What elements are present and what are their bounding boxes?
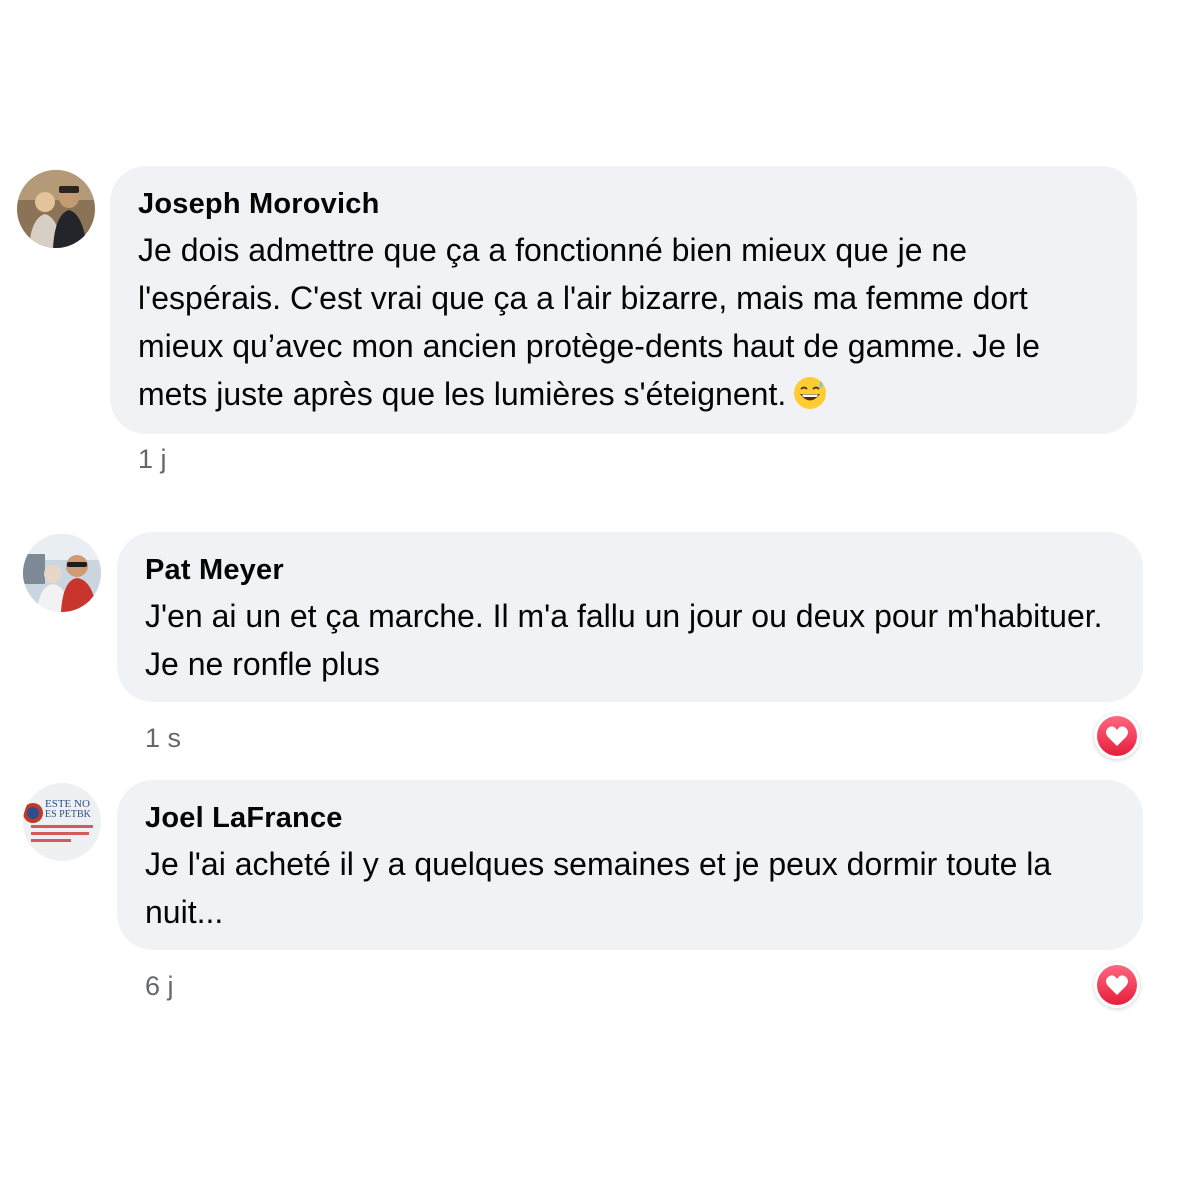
comment-timestamp[interactable]: 6 j — [145, 970, 174, 1002]
comment-author[interactable]: Pat Meyer — [145, 552, 1115, 588]
comment-timestamp[interactable]: 1 j — [138, 443, 167, 475]
comment-text-body: Je dois admettre que ça a fonctionné bie… — [138, 232, 1040, 412]
heart-reaction-icon[interactable] — [1094, 962, 1140, 1008]
comment-author[interactable]: Joseph Morovich — [138, 186, 1109, 222]
comments-thread: Joseph Morovich Je dois admettre que ça … — [0, 0, 1200, 1200]
comment-timestamp[interactable]: 1 s — [145, 722, 181, 754]
avatar-logo-text: ES PETBK — [45, 809, 92, 820]
comment-bubble: Pat Meyer J'en ai un et ça marche. Il m'… — [117, 532, 1143, 702]
comment-author[interactable]: Joel LaFrance — [145, 800, 1115, 836]
heart-reaction-icon[interactable] — [1094, 713, 1140, 759]
comment-bubble: Joel LaFrance Je l'ai acheté il y a quel… — [117, 780, 1143, 950]
comment-text: Je dois admettre que ça a fonctionné bie… — [138, 226, 1109, 418]
comment-text: J'en ai un et ça marche. Il m'a fallu un… — [145, 598, 1103, 682]
avatar[interactable] — [17, 170, 95, 248]
avatar[interactable] — [23, 534, 101, 612]
comment-bubble: Joseph Morovich Je dois admettre que ça … — [110, 166, 1137, 434]
grinning-sweat-emoji-icon — [792, 375, 828, 411]
avatar[interactable]: ESTE NO ES PETBK — [23, 783, 101, 861]
comment-text: Je l'ai acheté il y a quelques semaines … — [145, 846, 1052, 930]
